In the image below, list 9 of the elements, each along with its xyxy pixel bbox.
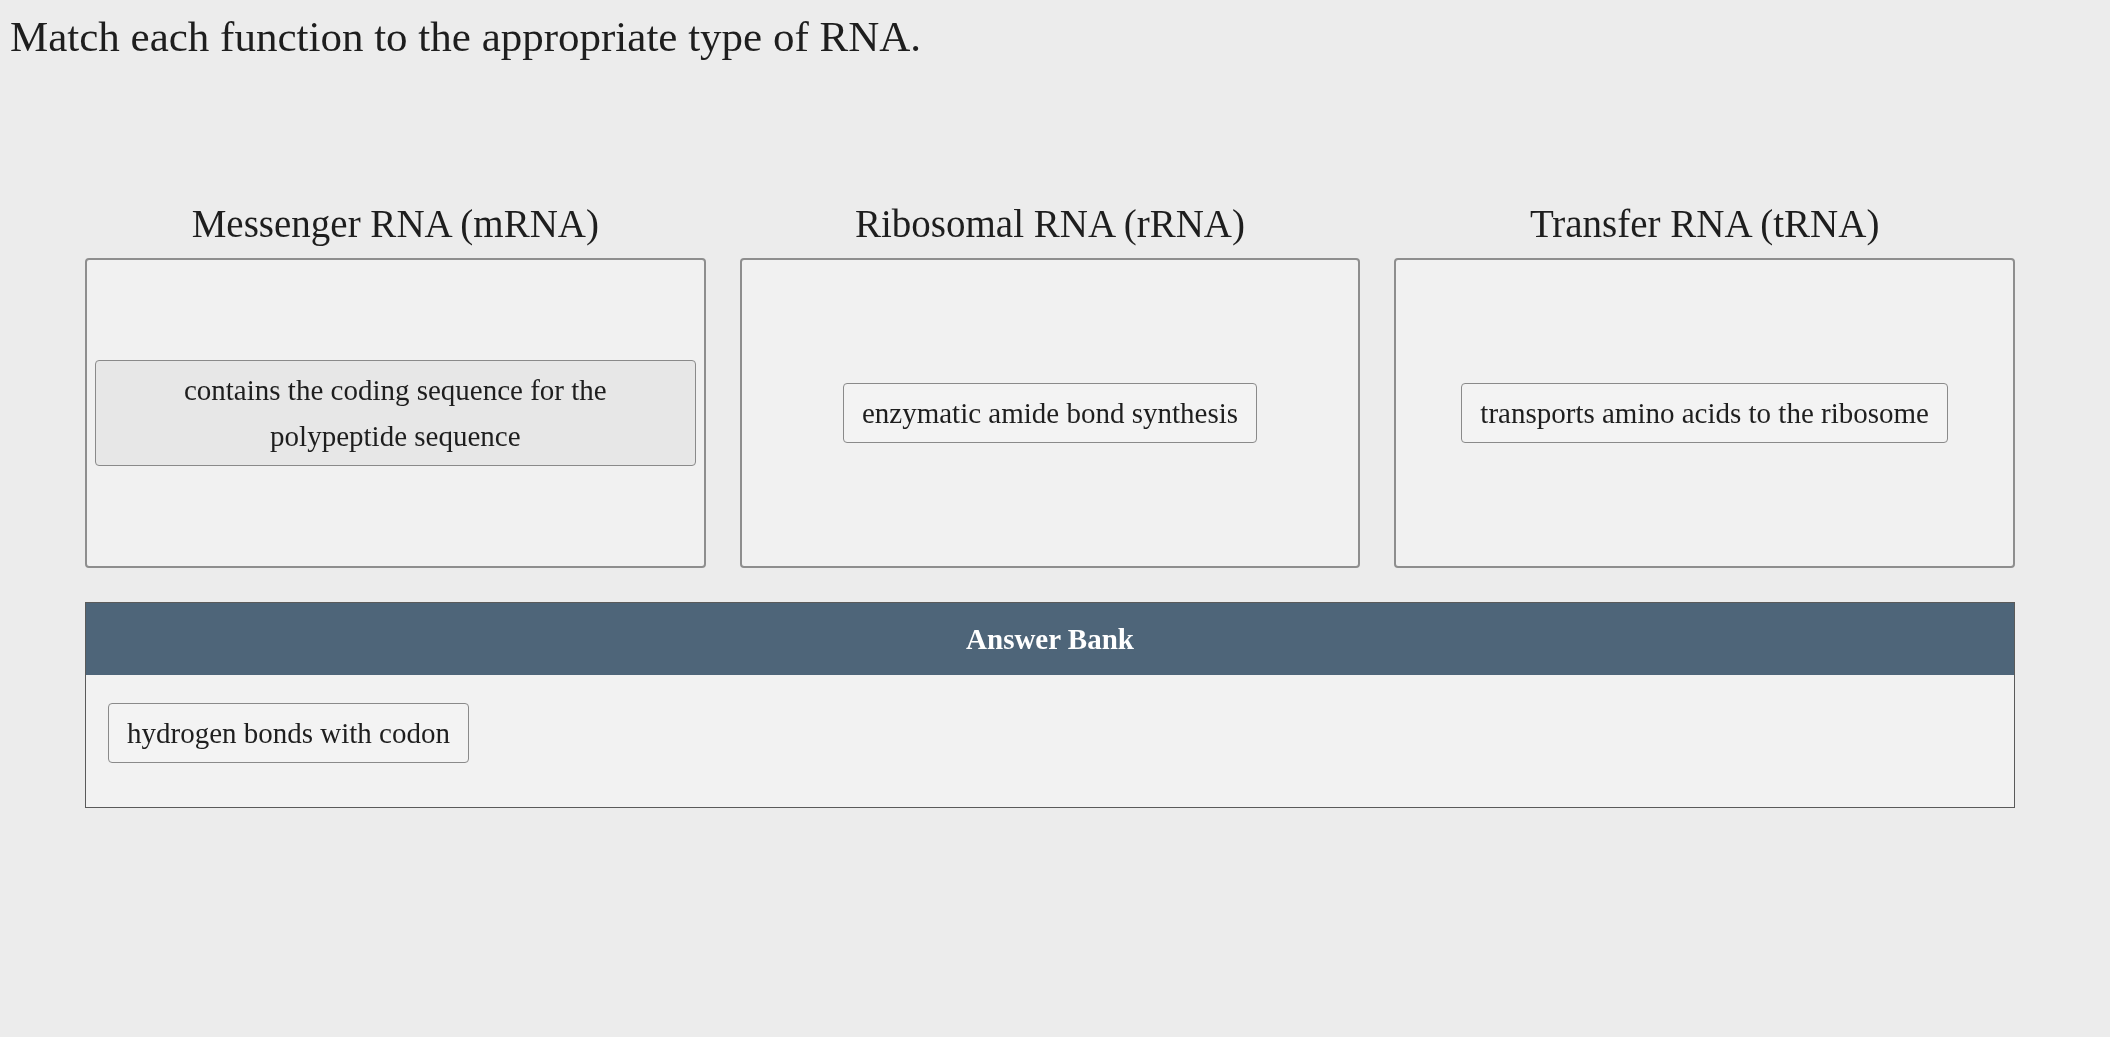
category-heading: Messenger RNA (mRNA) <box>191 201 599 246</box>
answer-card[interactable]: enzymatic amide bond synthesis <box>842 382 1258 444</box>
category-heading: Ribosomal RNA (rRNA) <box>855 201 1245 246</box>
answer-card[interactable]: transports amino acids to the ribosome <box>1461 382 1948 444</box>
instruction-text: Match each function to the appropriate type of RNA. <box>10 12 922 61</box>
answer-card[interactable]: hydrogen bonds with codon <box>108 703 469 764</box>
answer-card[interactable]: contains the coding sequence for the polypeptide sequence <box>95 359 696 467</box>
answer-bank-title: Answer Bank <box>966 622 1134 656</box>
category-heading: Transfer RNA (tRNA) <box>1529 201 1880 246</box>
